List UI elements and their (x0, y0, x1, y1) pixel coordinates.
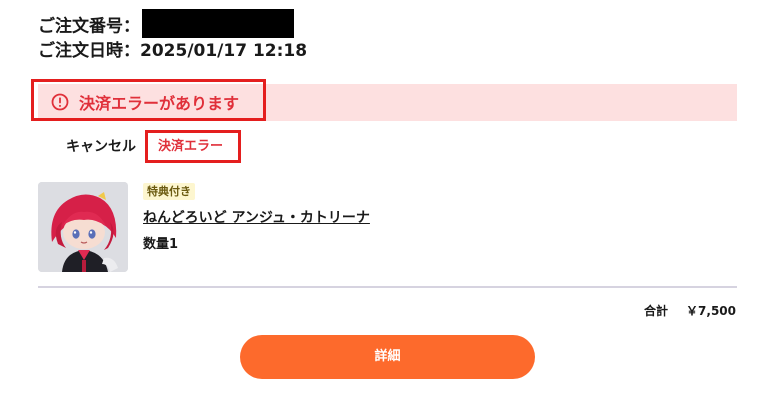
order-number-line: ご注文番号： (38, 9, 294, 41)
order-number-redacted (142, 9, 294, 38)
annotation-highlight-banner (31, 79, 266, 121)
bonus-badge: 特典付き (143, 183, 195, 200)
annotation-highlight-status (145, 130, 241, 163)
order-number-label: ご注文番号： (38, 16, 140, 37)
order-date-value: 2025/01/17 12:18 (140, 41, 308, 61)
order-date-line: ご注文日時：2025/01/17 12:18 (38, 40, 307, 62)
total-label: 合計 (644, 304, 669, 318)
product-name-link[interactable]: ねんどろいど アンジュ・カトリーナ (143, 208, 370, 228)
order-date-label: ご注文日時： (38, 41, 140, 61)
total-value: ￥7,500 (686, 304, 736, 318)
divider (38, 286, 737, 288)
status-cancel-label: キャンセル (66, 139, 136, 155)
detail-button[interactable]: 詳細 (240, 335, 535, 379)
quantity-value: 1 (169, 237, 179, 252)
total-row: 合計 ￥7,500 (644, 302, 736, 320)
order-card: ご注文番号： ご注文日時：2025/01/17 12:18 決済エラーがあります… (0, 0, 767, 401)
quantity-line: 数量1 (143, 235, 178, 255)
product-image[interactable] (38, 182, 128, 272)
quantity-label: 数量 (143, 237, 170, 252)
